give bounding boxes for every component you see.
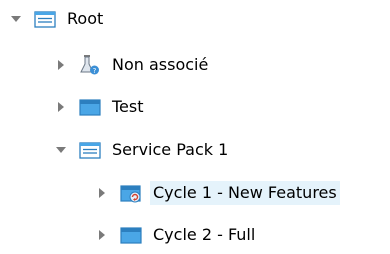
tree-node-root[interactable]: Root [8, 4, 106, 34]
collapse-arrow-icon[interactable] [8, 11, 24, 27]
tree-node-cycle-2[interactable]: Cycle 2 - Full [94, 220, 258, 250]
tree-node-cycle-1[interactable]: Cycle 1 - New Features [94, 178, 340, 208]
svg-text:?: ? [93, 67, 97, 75]
tree-node-label[interactable]: Cycle 1 - New Features [150, 181, 340, 205]
folder-open-icon [79, 139, 101, 161]
expand-arrow-icon[interactable] [94, 227, 110, 243]
tree-node-label[interactable]: Test [109, 95, 147, 119]
tree-node-label[interactable]: Service Pack 1 [109, 138, 231, 162]
tree-node-label[interactable]: Non associé [109, 53, 211, 77]
expand-arrow-icon[interactable] [53, 99, 69, 115]
tree-node-label[interactable]: Root [64, 7, 106, 31]
folder-icon [79, 96, 101, 118]
cycle-folder-icon [120, 182, 142, 204]
folder-icon [120, 224, 142, 246]
collapse-arrow-icon[interactable] [53, 142, 69, 158]
tree-node-non-associe[interactable]: ? Non associé [53, 50, 211, 80]
folder-open-icon [34, 8, 56, 30]
expand-arrow-icon[interactable] [94, 185, 110, 201]
tree-node-test[interactable]: Test [53, 92, 147, 122]
tree-view: Root ? Non associé Test Service Pack 1 C… [0, 0, 390, 254]
unassigned-icon: ? [79, 54, 101, 76]
tree-node-service-pack-1[interactable]: Service Pack 1 [53, 135, 231, 165]
tree-node-label[interactable]: Cycle 2 - Full [150, 223, 258, 247]
expand-arrow-icon[interactable] [53, 57, 69, 73]
